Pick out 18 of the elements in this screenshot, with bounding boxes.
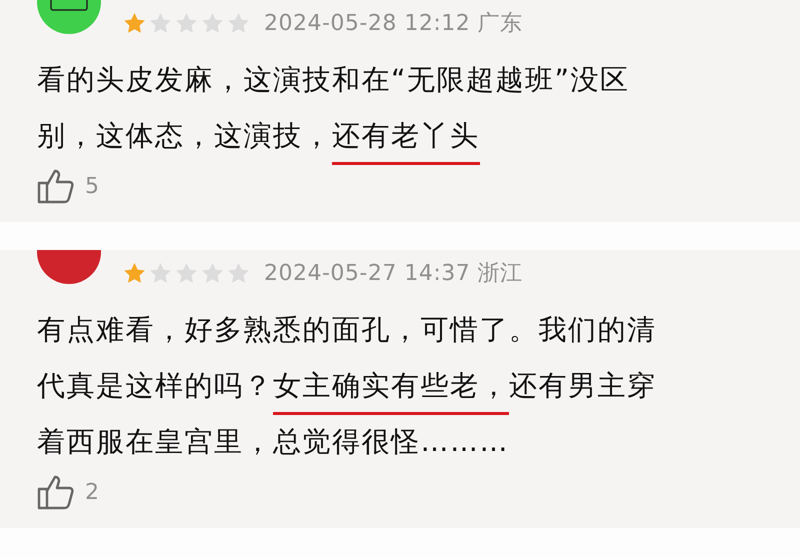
review-date: 2024-05-28 12:12 广东 — [264, 10, 523, 38]
star-icon — [201, 12, 224, 35]
review-date: 2024-05-27 14:37 浙江 — [264, 260, 523, 288]
star-icon — [149, 12, 172, 35]
star-icon — [227, 262, 250, 285]
star-icon — [201, 262, 224, 285]
star-icon — [123, 262, 146, 285]
star-icon — [175, 262, 198, 285]
star-icon — [175, 12, 198, 35]
review-text: 看的头皮发麻，这演技和在“无限超越班”没区别，这体态，这演技，还有老丫头 — [37, 52, 672, 164]
like-count: 2 — [85, 480, 99, 504]
thumbs-up-icon[interactable] — [37, 474, 75, 510]
star-icon — [227, 12, 250, 35]
star-icon — [149, 262, 172, 285]
review-text: 有点难看，好多熟悉的面孔，可惜了。我们的清代真是这样的吗？女主确实有些老，还有男主穿着西服在皇宫里，总觉得很怪……… — [37, 312, 658, 460]
like-count: 5 — [85, 174, 99, 198]
thumbs-up-icon[interactable] — [37, 168, 75, 204]
star-icon — [123, 12, 146, 35]
